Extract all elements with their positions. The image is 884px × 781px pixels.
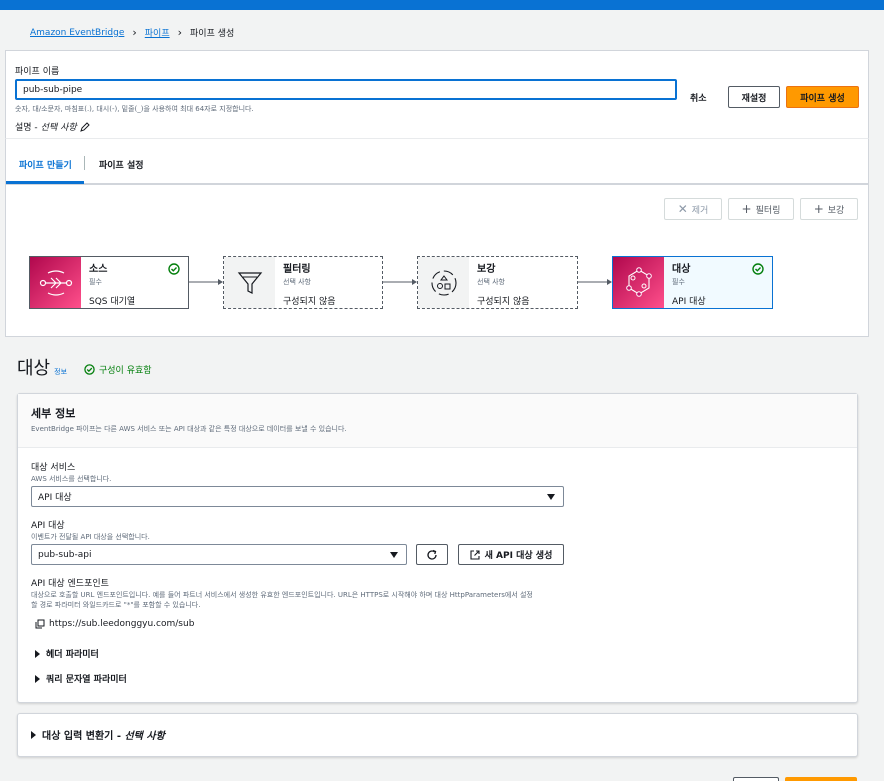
info-link[interactable]: 정보 (54, 367, 67, 377)
endpoint-hint-2: 할 경로 파라미터 와일드카드로 "*"를 포함할 수 있습니다. (31, 601, 201, 609)
query-params-toggle[interactable]: 쿼리 문자열 파라미터 (35, 672, 127, 685)
enrich-icon (418, 257, 469, 308)
details-description: EventBridge 파이프는 다른 AWS 서비스 또는 API 대상과 같… (31, 425, 347, 433)
copy-icon[interactable] (35, 619, 45, 629)
target-value: API 대상 (672, 297, 706, 307)
api-dest-hint: 이벤트가 전달될 API 대상을 선택합니다. (31, 533, 150, 541)
filter-optional: 선택 사항 (283, 278, 311, 286)
section-header: 대상 정보 (17, 354, 67, 380)
input-transformer-toggle[interactable]: 대상 입력 변환기 - 선택 사항 (31, 727, 165, 742)
config-status: 구성이 유효함 (84, 363, 152, 376)
details-title: 세부 정보 (31, 407, 76, 420)
section-title: 대상 (17, 358, 51, 379)
endpoint-label: API 대상 엔드포인트 (31, 579, 109, 589)
refresh-icon (427, 549, 437, 560)
enrich-optional: 선택 사항 (477, 278, 505, 286)
api-dest-value: pub-sub-api (38, 549, 92, 560)
target-service-value: API 대상 (38, 493, 72, 503)
enrich-node[interactable]: 보강 선택 사항 구성되지 않음 (417, 256, 578, 309)
input-transformer-title: 대상 입력 변환기 - 선택 사항 (42, 731, 165, 742)
caret-down-icon (547, 493, 555, 500)
bottom-create-button[interactable] (785, 777, 857, 781)
create-api-dest-button[interactable]: 새 API 대상 생성 (458, 544, 564, 565)
target-node[interactable]: 대상 필수 API 대상 (612, 256, 773, 309)
check-circle-icon (752, 263, 764, 275)
caret-down-icon (390, 551, 398, 558)
enrich-title: 보강 (477, 264, 496, 275)
endpoint-url-row: https://sub.leedonggyu.com/sub (35, 619, 194, 629)
status-text: 구성이 유효함 (99, 366, 152, 376)
target-service-hint: AWS 서비스를 선택합니다. (31, 475, 112, 483)
target-required: 필수 (672, 278, 685, 286)
caret-right-icon (35, 649, 40, 658)
enrich-value: 구성되지 않음 (477, 297, 530, 307)
filter-value: 구성되지 않음 (283, 297, 336, 307)
caret-right-icon (35, 674, 40, 683)
details-header-bg (18, 394, 857, 448)
target-title: 대상 (672, 264, 691, 275)
eventbridge-icon (613, 257, 664, 308)
check-circle-icon (84, 364, 95, 375)
funnel-icon (224, 257, 275, 308)
filter-title: 필터링 (283, 264, 311, 275)
target-service-label: 대상 서비스 (31, 463, 76, 473)
target-service-select[interactable]: API 대상 (31, 486, 564, 507)
api-dest-select[interactable]: pub-sub-api (31, 544, 407, 565)
endpoint-hint-1: 대상으로 호출할 URL 엔드포인트입니다. 예를 들어 파트너 서비스에서 생… (31, 591, 533, 599)
header-params-toggle[interactable]: 헤더 파라미터 (35, 647, 99, 660)
endpoint-url: https://sub.leedonggyu.com/sub (49, 619, 195, 629)
bottom-cancel-button[interactable] (733, 777, 779, 781)
filter-node[interactable]: 필터링 선택 사항 구성되지 않음 (223, 256, 383, 309)
external-link-icon (470, 549, 480, 560)
refresh-button[interactable] (416, 544, 448, 565)
caret-right-icon (31, 730, 36, 739)
api-dest-label: API 대상 (31, 521, 65, 531)
